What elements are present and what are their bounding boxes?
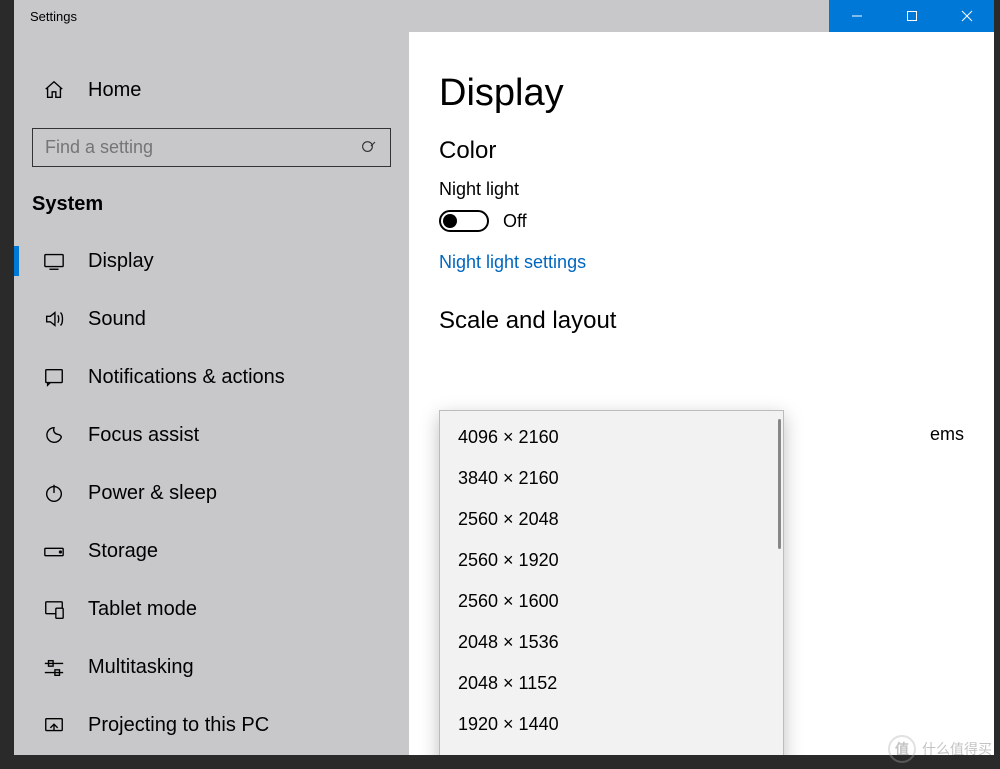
multitasking-icon [42,657,66,679]
minimize-icon [851,10,863,22]
sidebar-item-storage[interactable]: Storage [14,523,409,581]
resolution-option[interactable]: 2560 × 1600 [440,581,783,622]
home-icon [42,79,66,101]
focus-assist-icon [42,424,66,446]
sidebar-item-label: Notifications & actions [88,366,285,389]
home-button[interactable]: Home [14,62,409,118]
window-title: Settings [14,9,829,24]
projecting-icon [42,715,66,737]
resolution-option[interactable]: 4096 × 2160 [440,417,783,458]
sidebar-item-label: Storage [88,540,158,563]
sidebar-item-label: Multitasking [88,656,194,679]
sidebar-item-label: Tablet mode [88,598,197,621]
dropdown-list: 4096 × 2160 3840 × 2160 2560 × 2048 2560… [440,411,783,755]
sidebar-item-multitasking[interactable]: Multitasking [14,639,409,697]
resolution-option[interactable]: 2048 × 1536 [440,622,783,663]
home-label: Home [88,79,141,102]
sidebar: Home System Display Sound Notifications … [14,32,409,755]
night-light-state: Off [503,211,527,232]
window-body: Home System Display Sound Notifications … [14,32,994,755]
display-icon [42,250,66,272]
sidebar-item-projecting[interactable]: Projecting to this PC [14,697,409,755]
sidebar-item-tablet-mode[interactable]: Tablet mode [14,581,409,639]
main-content: Display Color Night light Off Night ligh… [409,32,994,755]
sidebar-item-label: Sound [88,308,146,331]
maximize-icon [906,10,918,22]
resolution-option[interactable]: 2560 × 2048 [440,499,783,540]
window-controls [829,0,994,32]
section-scale: Scale and layout [439,307,964,335]
minimize-button[interactable] [829,0,884,32]
storage-icon [42,544,66,560]
sidebar-item-display[interactable]: Display [14,232,409,290]
night-light-toggle-row: Off [439,210,964,232]
settings-window: Settings Home [14,0,994,755]
watermark-text: 什么值得买 [922,739,992,759]
resolution-option[interactable]: 1920 × 1200 [440,745,783,755]
resolution-option[interactable]: 2560 × 1920 [440,540,783,581]
close-button[interactable] [939,0,994,32]
night-light-toggle[interactable] [439,210,489,232]
night-light-settings-link[interactable]: Night light settings [439,252,586,273]
toggle-knob-icon [443,214,457,228]
notifications-icon [42,366,66,388]
search-icon [360,139,378,157]
sidebar-item-power-sleep[interactable]: Power & sleep [14,464,409,522]
search-input[interactable] [32,128,391,167]
sidebar-item-label: Projecting to this PC [88,714,269,737]
tablet-icon [42,599,66,621]
section-color: Color [439,137,964,165]
resolution-option[interactable]: 1920 × 1440 [440,704,783,745]
power-icon [42,482,66,504]
search-field[interactable] [45,137,360,158]
resolution-option[interactable]: 2048 × 1152 [440,663,783,704]
sidebar-item-label: Power & sleep [88,482,217,505]
titlebar: Settings [14,0,994,32]
sidebar-item-sound[interactable]: Sound [14,290,409,348]
watermark: 值 什么值得买 [888,735,992,763]
resolution-dropdown[interactable]: 4096 × 2160 3840 × 2160 2560 × 2048 2560… [439,410,784,755]
night-light-label: Night light [439,179,964,200]
watermark-icon: 值 [888,735,916,763]
sidebar-item-label: Display [88,250,154,273]
maximize-button[interactable] [884,0,939,32]
sidebar-item-notifications[interactable]: Notifications & actions [14,348,409,406]
sidebar-item-label: Focus assist [88,424,199,447]
sidebar-item-focus-assist[interactable]: Focus assist [14,406,409,464]
sidebar-header: System [14,187,409,232]
obscured-text: ems [930,424,964,445]
page-title: Display [439,72,964,115]
resolution-option[interactable]: 3840 × 2160 [440,458,783,499]
close-icon [961,10,973,22]
sound-icon [42,308,66,330]
dropdown-scrollbar[interactable] [778,419,781,549]
